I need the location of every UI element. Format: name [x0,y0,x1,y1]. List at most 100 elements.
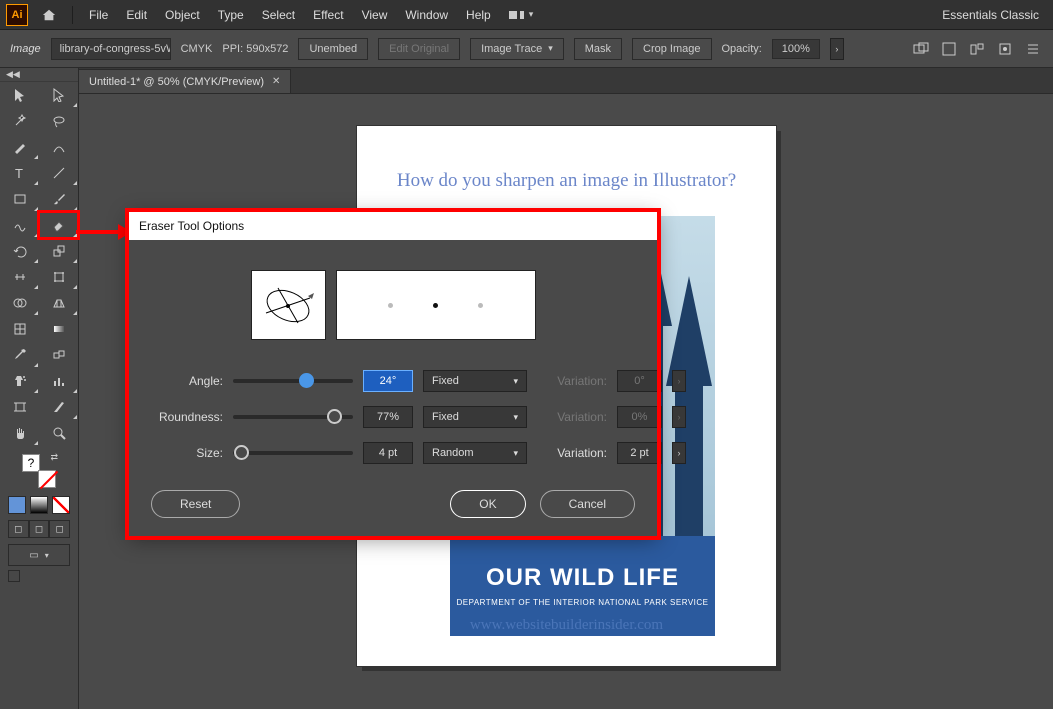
menu-file[interactable]: File [81,4,116,26]
home-icon[interactable] [40,6,58,24]
linked-file-field[interactable]: library-of-congress-5vW...▾ [51,38,171,60]
opacity-field[interactable]: 100% [772,39,820,59]
toolbox: ◀◀ T ? ⇄ [0,68,79,709]
eraser-tool[interactable] [39,212,78,238]
dialog-title[interactable]: Eraser Tool Options [129,212,657,240]
preferences-icon[interactable] [1023,39,1043,59]
free-transform-tool[interactable] [39,264,78,290]
swap-fill-stroke-icon[interactable]: ⇄ [50,452,58,463]
colormode-label: CMYK [181,43,213,55]
symbol-sprayer-tool[interactable] [0,368,39,394]
roundness-input[interactable]: 77% [363,406,413,428]
draw-behind-icon[interactable]: ◻ [29,520,50,538]
fill-stroke-indicator[interactable]: ? ⇄ [22,454,56,488]
color-mode-solid[interactable] [8,496,26,514]
slice-tool[interactable] [39,394,78,420]
angle-mode-dropdown[interactable]: Fixed▾ [423,370,527,392]
gradient-tool[interactable] [39,316,78,342]
size-slider[interactable] [233,451,353,455]
mesh-tool[interactable] [0,316,39,342]
menu-object[interactable]: Object [157,4,208,26]
roundness-variation-input: 0% [617,406,662,428]
close-tab-icon[interactable]: ✕ [272,76,280,87]
align-icon[interactable] [911,39,931,59]
magic-wand-tool[interactable] [0,108,39,134]
draw-normal-icon[interactable]: ◻ [8,520,29,538]
size-variation-input[interactable]: 2 pt [617,442,662,464]
cancel-button[interactable]: Cancel [540,490,635,518]
size-label: Size: [151,446,223,460]
stroke-swatch[interactable] [38,470,56,488]
line-segment-tool[interactable] [39,160,78,186]
menu-bar: Ai File Edit Object Type Select Effect V… [0,0,1053,30]
roundness-slider[interactable] [233,415,353,419]
brush-stroke-preview [336,270,536,340]
screen-mode-button[interactable]: ▭▾ [8,544,70,566]
document-tab[interactable]: Untitled-1* @ 50% (CMYK/Preview) ✕ [79,69,291,93]
rotate-tool[interactable] [0,238,39,264]
paintbrush-tool[interactable] [39,186,78,212]
menu-window[interactable]: Window [397,4,456,26]
transform-icon[interactable] [939,39,959,59]
size-input[interactable]: 4 pt [363,442,413,464]
shaper-tool[interactable] [0,212,39,238]
roundness-mode-dropdown[interactable]: Fixed▾ [423,406,527,428]
size-mode-dropdown[interactable]: Random▾ [423,442,527,464]
color-mode-gradient[interactable] [30,496,48,514]
roundness-variation-more: › [672,406,686,428]
shape-builder-tool[interactable] [0,290,39,316]
eyedropper-tool[interactable] [0,342,39,368]
angle-input[interactable]: 24° [363,370,413,392]
edit-toolbar-icon[interactable] [8,570,20,582]
zoom-tool[interactable] [39,420,78,446]
reset-button[interactable]: Reset [151,490,240,518]
menu-effect[interactable]: Effect [305,4,351,26]
heading-text: How do you sharpen an image in Illustrat… [357,170,776,192]
artboard-tool[interactable] [0,394,39,420]
direct-selection-tool[interactable] [39,82,78,108]
curvature-tool[interactable] [39,134,78,160]
color-mode-none[interactable] [52,496,70,514]
workspace-switcher[interactable]: Essentials Classic [934,4,1047,26]
size-variation-more[interactable]: › [672,442,686,464]
type-tool[interactable]: T [0,160,39,186]
pen-tool[interactable] [0,134,39,160]
perspective-grid-tool[interactable] [39,290,78,316]
edit-original-button: Edit Original [378,38,460,60]
rectangle-tool[interactable] [0,186,39,212]
image-trace-button[interactable]: Image Trace▾ [470,38,564,60]
annotation-arrow [74,222,134,242]
angle-variation-label: Variation: [537,374,607,388]
blend-tool[interactable] [39,342,78,368]
hand-tool[interactable] [0,420,39,446]
scale-tool[interactable] [39,238,78,264]
menu-view[interactable]: View [354,4,396,26]
angle-variation-input: 0° [617,370,662,392]
ok-button[interactable]: OK [450,490,525,518]
svg-text:T: T [15,166,23,180]
toolbox-collapse-icon[interactable]: ◀◀ [0,68,78,82]
angle-slider[interactable] [233,379,353,383]
width-tool[interactable] [0,264,39,290]
angle-variation-more: › [672,370,686,392]
unembed-button[interactable]: Unembed [298,38,368,60]
menu-type[interactable]: Type [210,4,252,26]
crop-image-button[interactable]: Crop Image [632,38,711,60]
roundness-variation-label: Variation: [537,410,607,424]
opacity-more-button[interactable]: › [830,38,844,60]
menu-select[interactable]: Select [254,4,303,26]
menu-edit[interactable]: Edit [118,4,155,26]
edit-contents-icon[interactable] [995,39,1015,59]
column-graph-tool[interactable] [39,368,78,394]
isolate-icon[interactable] [967,39,987,59]
brush-shape-preview[interactable] [251,270,326,340]
size-variation-label: Variation: [537,446,607,460]
lasso-tool[interactable] [39,108,78,134]
footer-url: www.websitebuilderinsider.com [357,617,776,634]
arrange-documents-icon[interactable]: ▾ [509,9,539,20]
angle-label: Angle: [151,374,223,388]
draw-inside-icon[interactable]: ◻ [49,520,70,538]
menu-help[interactable]: Help [458,4,499,26]
mask-button[interactable]: Mask [574,38,622,60]
selection-tool[interactable] [0,82,39,108]
